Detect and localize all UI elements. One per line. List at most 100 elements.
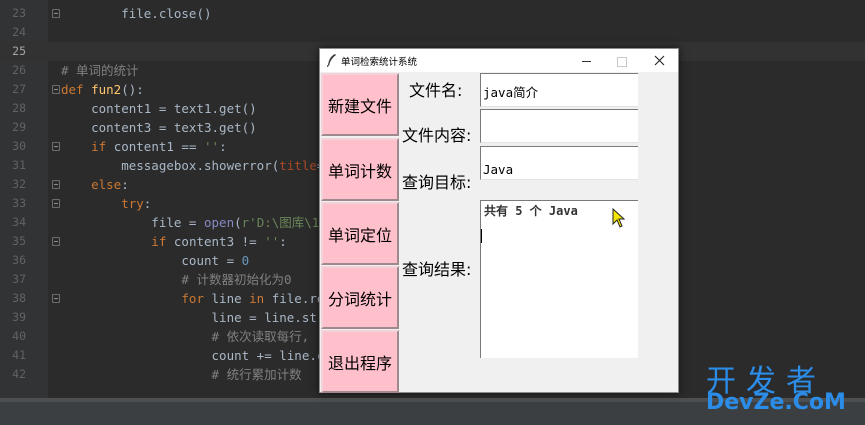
line-number: 35	[12, 234, 26, 248]
close-icon	[654, 55, 665, 66]
code-token: line = line.strip	[61, 310, 340, 325]
watermark-english: DevZe.CoM	[706, 390, 846, 415]
line-number: 38	[12, 291, 26, 305]
line-number: 28	[12, 101, 26, 115]
code-text: count += line.cou	[61, 346, 340, 365]
fold-icon[interactable]	[52, 237, 60, 246]
code-token: :	[121, 177, 129, 192]
code-line[interactable]: 24	[0, 23, 865, 42]
code-text: line = line.strip	[61, 308, 340, 327]
code-token: :	[279, 234, 287, 249]
code-text: messagebox.showerror(title='E	[61, 156, 339, 175]
fold-icon[interactable]	[52, 180, 60, 189]
code-token: content3 !=	[173, 234, 265, 249]
code-token: 0	[241, 253, 250, 268]
line-number: 32	[12, 177, 26, 191]
window-titlebar[interactable]: 单词检索统计系统	[320, 49, 678, 72]
code-token: count += line.cou	[61, 348, 340, 363]
code-text: if content3 != '':	[61, 232, 287, 251]
code-text: content1 = text1.get()	[61, 99, 257, 118]
file-content-label: 文件内容:	[402, 122, 472, 146]
line-number: 42	[12, 367, 26, 381]
code-token: else	[61, 177, 122, 192]
code-token: content3 = text3.get()	[61, 120, 257, 135]
query-result-label: 查询结果:	[402, 256, 472, 280]
line-number: 29	[12, 120, 26, 134]
filename-label: 文件名:	[409, 77, 463, 101]
code-token: title	[279, 158, 317, 173]
code-token: if	[61, 139, 114, 154]
fold-icon[interactable]	[52, 142, 60, 151]
line-number: 27	[12, 82, 26, 96]
code-text: try:	[61, 194, 151, 213]
code-token: open	[204, 215, 235, 230]
code-text: # 单词的统计	[61, 61, 139, 80]
code-token: line	[211, 291, 250, 306]
code-token: # 依次读取每行, 去	[61, 329, 337, 344]
code-token: try	[61, 196, 144, 211]
line-number: 24	[12, 25, 26, 39]
line-number: 33	[12, 196, 26, 210]
fold-icon[interactable]	[52, 85, 60, 94]
code-token: ''	[264, 234, 280, 249]
code-token: in	[249, 291, 272, 306]
code-text: if content1 == '':	[61, 137, 227, 156]
token-stats-button[interactable]: 分词统计	[321, 266, 399, 329]
exit-button[interactable]: 退出程序	[321, 330, 399, 393]
code-token: # 计数器初始化为0	[61, 272, 292, 287]
code-line[interactable]: 23 file.close()	[0, 4, 865, 23]
line-number: 37	[12, 272, 26, 286]
fold-icon[interactable]	[52, 294, 60, 303]
query-target-label: 查询目标:	[402, 169, 472, 193]
query-target-input[interactable]: Java	[480, 146, 638, 180]
code-token: (	[234, 215, 242, 230]
code-text: # 依次读取每行, 去	[61, 327, 337, 346]
code-token: # 统行累加计数	[61, 367, 302, 382]
code-token: ''	[204, 139, 220, 154]
mouse-cursor-icon	[612, 208, 626, 228]
line-number: 30	[12, 139, 26, 153]
code-token: # 单词的统计	[61, 63, 139, 78]
close-button[interactable]	[642, 49, 678, 72]
code-text: # 计数器初始化为0	[61, 270, 292, 289]
code-text: for line in file.read	[61, 289, 339, 308]
new-file-button[interactable]: 新建文件	[321, 73, 399, 136]
code-text: else:	[61, 175, 129, 194]
filename-input[interactable]: java简介	[480, 73, 638, 107]
code-token: if	[61, 234, 174, 249]
code-text: content3 = text3.get()	[61, 118, 257, 137]
line-number: 41	[12, 348, 26, 362]
code-token: count =	[61, 253, 242, 268]
code-text: # 统行累加计数	[61, 365, 302, 384]
code-text: count = 0	[61, 251, 249, 270]
fold-icon[interactable]	[52, 199, 60, 208]
code-token: :	[219, 139, 227, 154]
fold-icon[interactable]	[52, 9, 60, 18]
file-content-input[interactable]	[480, 109, 638, 143]
code-token: ():	[121, 82, 144, 97]
code-token: for	[61, 291, 212, 306]
feather-icon	[327, 54, 336, 67]
code-token: :	[143, 196, 152, 211]
word-locate-button[interactable]: 单词定位	[321, 202, 399, 265]
code-text: def fun2():	[61, 80, 144, 99]
code-text: file = open(r'D:\图库\183\	[61, 213, 342, 232]
code-token: def	[61, 82, 92, 97]
code-token: fun2	[91, 82, 122, 97]
code-token: messagebox.showerror(	[61, 158, 280, 173]
code-token: content1 = text1.get()	[61, 101, 257, 116]
line-number: 25	[12, 44, 26, 58]
line-number: 26	[12, 63, 26, 77]
text-caret	[481, 229, 482, 243]
line-number: 31	[12, 158, 26, 172]
line-number: 36	[12, 253, 26, 267]
code-token: file =	[61, 215, 204, 230]
code-text: file.close()	[61, 4, 211, 23]
line-number: 34	[12, 215, 26, 229]
line-number: 23	[12, 6, 26, 20]
word-count-button[interactable]: 单词计数	[321, 138, 399, 201]
line-number: 39	[12, 310, 26, 324]
minimize-button[interactable]	[568, 49, 604, 72]
window-title: 单词检索统计系统	[341, 57, 418, 68]
maximize-button[interactable]	[604, 49, 640, 72]
